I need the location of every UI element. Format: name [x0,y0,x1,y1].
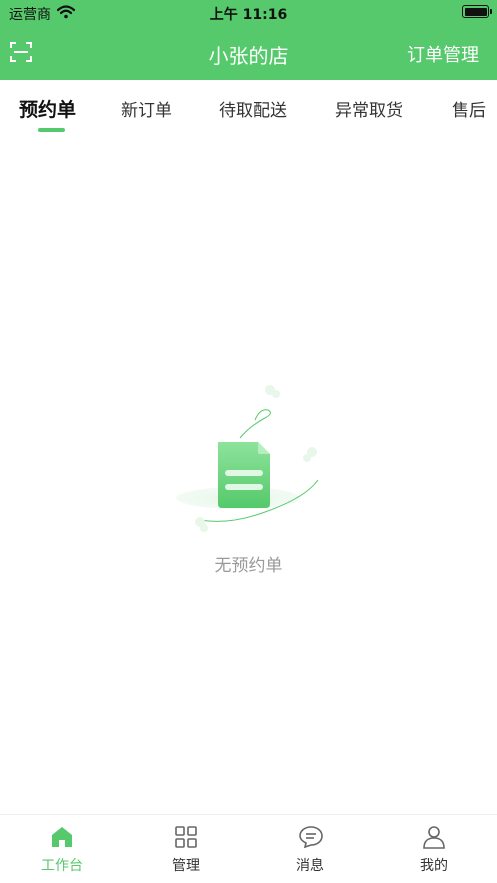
tab-new-order[interactable]: 新订单 [121,96,172,121]
header: 运营商 上午 11:16 小张的店 订单管理 [0,0,497,80]
tab-management[interactable]: 管理 [124,815,248,883]
tab-after-sales[interactable]: 售后 [452,96,486,121]
grid-icon [174,825,198,849]
bottom-tab-bar: 工作台 管理 消息 我的 [0,814,497,883]
home-icon [50,825,74,849]
tab-pending-delivery[interactable]: 待取配送 [219,96,287,121]
order-management-button[interactable]: 订单管理 [407,41,479,67]
battery-icon [462,5,492,18]
order-tabs: 预约单 新订单 待取配送 异常取货 售后 [0,80,497,138]
user-icon [422,825,446,849]
tab-management-label: 管理 [172,858,200,874]
tab-messages-label: 消息 [296,858,324,874]
tab-mine[interactable]: 我的 [372,815,496,883]
tab-workbench[interactable]: 工作台 [0,815,124,883]
status-time: 上午 11:16 [209,7,288,23]
tab-reservation[interactable]: 预约单 [19,95,76,122]
tab-messages[interactable]: 消息 [248,815,372,883]
status-bar: 运营商 上午 11:16 [0,0,497,26]
app-screen: 运营商 上午 11:16 小张的店 订单管理 预约单 新订单 待取配送 异常取货… [0,0,497,883]
navigation-bar: 小张的店 订单管理 [0,26,497,80]
tab-mine-label: 我的 [420,858,448,874]
empty-state-text: 无预约单 [214,556,283,576]
message-icon [298,825,323,849]
tab-workbench-label: 工作台 [41,858,83,874]
active-tab-indicator [38,128,65,132]
empty-document-icon [170,380,330,540]
tab-exception-pickup[interactable]: 异常取货 [335,96,403,121]
